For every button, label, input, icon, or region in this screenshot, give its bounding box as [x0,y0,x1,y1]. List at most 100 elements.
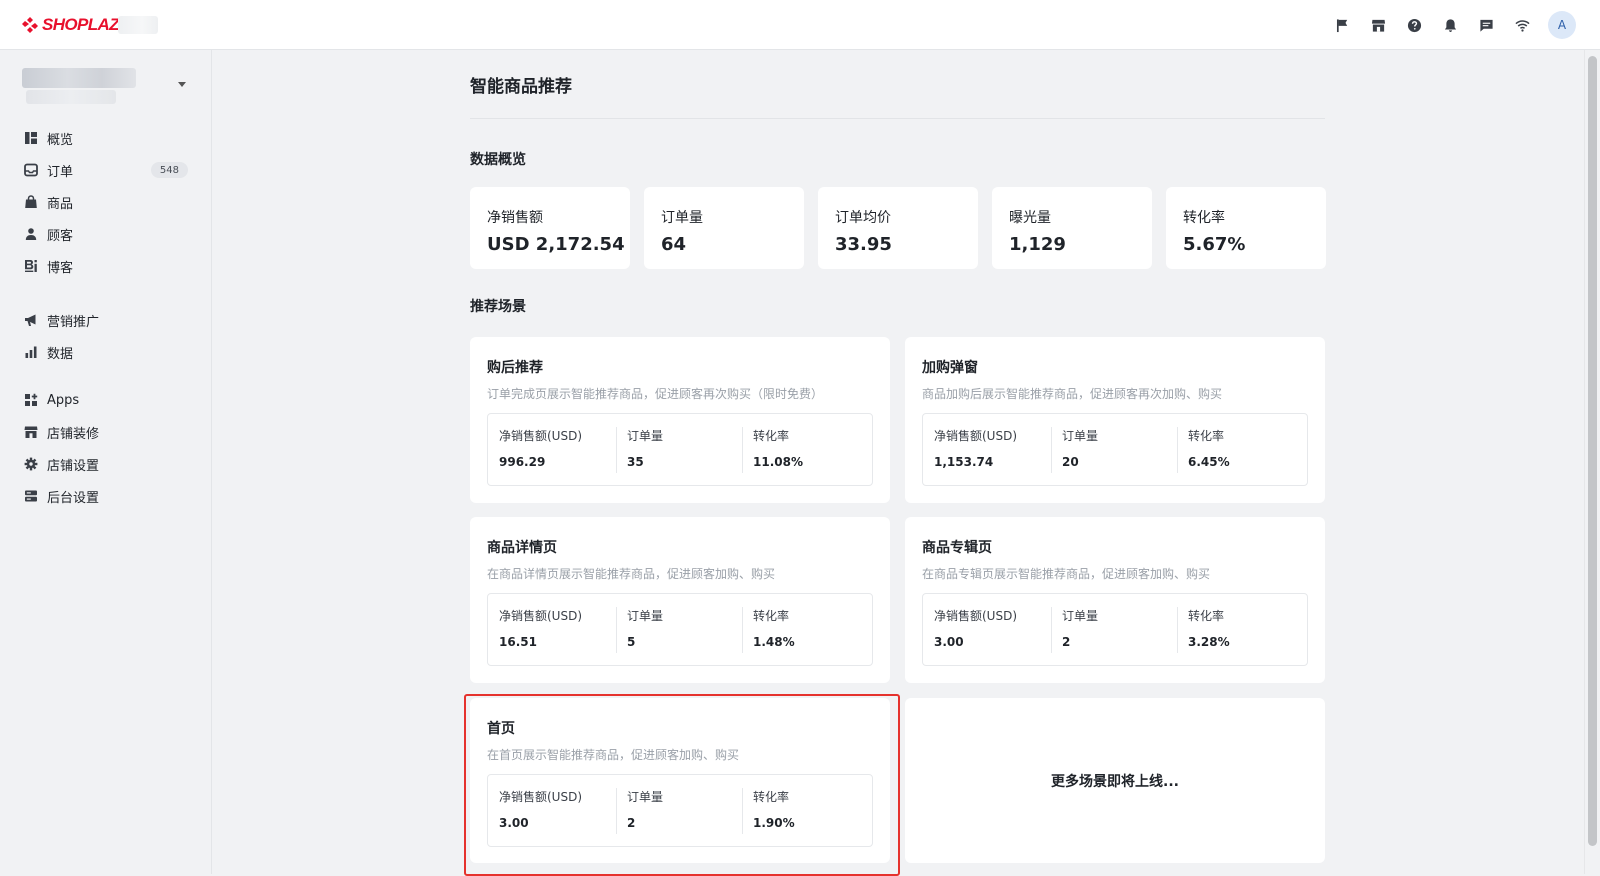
stat-label: 订单量 [627,608,664,623]
store-switcher-name-blurred [22,68,136,88]
metric-value: 1,129 [1009,234,1066,255]
storefront-icon [24,425,38,439]
scene-description: 在商品专辑页展示智能推荐商品，促进顾客加购、购买 [922,567,1211,581]
stat-label: 净销售额(USD) [499,608,583,623]
megaphone-icon [24,313,38,327]
sidebar-item-marketing[interactable]: 营销推广 [0,304,212,336]
stat-orders: 订单量 20 [1051,425,1177,475]
sidebar-item-label: 博客 [47,260,74,276]
stat-value: 5 [627,634,636,649]
sidebar-item-label: Apps [47,392,80,408]
sidebar-item-theme[interactable]: 店铺装修 [0,416,212,448]
stat-value: 11.08% [753,454,803,469]
sidebar-item-label: 店铺设置 [47,458,100,474]
sidebar-item-label: 商品 [47,196,74,212]
stat-net-sales: 净销售额(USD) 3.00 [923,605,1051,655]
metric-label: 转化率 [1183,210,1225,226]
help-icon[interactable] [1396,10,1432,40]
page-title: 智能商品推荐 [470,77,572,97]
store-icon[interactable] [1360,10,1396,40]
stat-label: 转化率 [1188,608,1225,623]
stat-label: 净销售额(USD) [499,789,583,804]
sidebar-item-apps[interactable]: Apps [0,384,212,416]
stat-label: 转化率 [753,789,790,804]
scene-title: 商品专辑页 [922,540,992,556]
sidebar-item-blog[interactable]: 博客 [0,250,212,282]
metric-value: 64 [661,234,687,255]
sidebar-item-admin-settings[interactable]: 后台设置 [0,480,212,512]
sidebar-item-overview[interactable]: 概览 [0,122,212,154]
chat-icon[interactable] [1468,10,1504,40]
sidebar-nav-group-growth: 营销推广 数据 [0,304,212,368]
stat-conversion-rate: 转化率 3.28% [1177,605,1303,655]
stat-value: 35 [627,454,644,469]
metric-value: 33.95 [835,234,892,255]
sidebar-item-label: 订单 [47,164,74,180]
scene-card-add-to-cart-popup[interactable]: 加购弹窗 商品加购后展示智能推荐商品，促进顾客再次加购、购买 净销售额(USD)… [905,337,1325,503]
stat-net-sales: 净销售额(USD) 996.29 [488,425,616,475]
bell-icon[interactable] [1432,10,1468,40]
sidebar-item-customers[interactable]: 顾客 [0,218,212,250]
overview-section-title: 数据概览 [470,152,526,168]
metric-value: USD 2,172.54 [487,234,625,255]
sidebar-nav-group-main: 概览 订单 548 商品 顾客 博客 [0,122,212,282]
scene-description: 在首页展示智能推荐商品，促进顾客加购、购买 [487,748,740,762]
sidebar-item-orders[interactable]: 订单 548 [0,154,212,186]
bar-chart-icon [24,345,38,359]
scene-stats: 净销售额(USD) 3.00 订单量 2 转化率 1.90% [487,774,873,847]
wifi-icon[interactable] [1504,10,1540,40]
scene-card-post-purchase[interactable]: 购后推荐 订单完成页展示智能推荐商品，促进顾客再次购买（限时免费） 净销售额(U… [470,337,890,503]
metric-card-impressions: 曝光量 1,129 [992,187,1152,269]
apps-icon [24,393,38,407]
scene-title: 加购弹窗 [922,360,978,376]
stat-orders: 订单量 5 [616,605,742,655]
scene-card-product-detail[interactable]: 商品详情页 在商品详情页展示智能推荐商品，促进顾客加购、购买 净销售额(USD)… [470,517,890,683]
scene-stats: 净销售额(USD) 1,153.74 订单量 20 转化率 6.45% [922,413,1308,486]
user-avatar[interactable]: A [1548,11,1576,39]
server-icon [24,489,38,503]
scenes-section-title: 推荐场景 [470,299,526,315]
stat-value: 2 [627,815,636,830]
sidebar-item-label: 后台设置 [47,490,100,506]
store-name-blurred [118,16,158,34]
sidebar-item-label: 营销推广 [47,314,100,330]
stat-conversion-rate: 转化率 1.48% [742,605,868,655]
sidebar-item-store-settings[interactable]: 店铺设置 [0,448,212,480]
stat-net-sales: 净销售额(USD) 1,153.74 [923,425,1051,475]
gear-icon [24,457,38,471]
scene-card-collection-page[interactable]: 商品专辑页 在商品专辑页展示智能推荐商品，促进顾客加购、购买 净销售额(USD)… [905,517,1325,683]
metric-card-orders: 订单量 64 [644,187,804,269]
stat-label: 订单量 [1062,428,1099,443]
stat-conversion-rate: 转化率 11.08% [742,425,868,475]
stat-label: 净销售额(USD) [499,428,583,443]
stat-value: 6.45% [1188,454,1230,469]
stat-value: 1.90% [753,815,795,830]
stat-value: 2 [1062,634,1071,649]
scrollbar-thumb[interactable] [1588,56,1597,846]
store-switcher[interactable] [22,68,192,108]
metric-label: 订单量 [661,210,703,226]
scene-title: 首页 [487,721,515,737]
stat-label: 净销售额(USD) [934,428,1018,443]
sidebar-item-products[interactable]: 商品 [0,186,212,218]
stat-label: 订单量 [627,789,664,804]
metric-label: 净销售额 [487,210,543,226]
sidebar-item-label: 概览 [47,132,74,148]
stat-value: 1,153.74 [934,454,994,469]
stat-net-sales: 净销售额(USD) 16.51 [488,605,616,655]
store-switcher-subtitle-blurred [26,90,116,104]
flag-icon[interactable] [1324,10,1360,40]
stat-conversion-rate: 转化率 1.90% [742,786,868,836]
scene-card-homepage[interactable]: 首页 在首页展示智能推荐商品，促进顾客加购、购买 净销售额(USD) 3.00 … [470,698,890,863]
stat-value: 1.48% [753,634,795,649]
header-actions: A [1324,10,1576,40]
stat-label: 净销售额(USD) [934,608,1018,623]
scene-description: 订单完成页展示智能推荐商品，促进顾客再次购买（限时免费） [487,387,824,401]
stat-orders: 订单量 2 [1051,605,1177,655]
metric-card-avg-order-value: 订单均价 33.95 [818,187,978,269]
stat-net-sales: 净销售额(USD) 3.00 [488,786,616,836]
stat-label: 订单量 [1062,608,1099,623]
sidebar-item-analytics[interactable]: 数据 [0,336,212,368]
scene-title: 商品详情页 [487,540,557,556]
stat-value: 3.00 [499,815,529,830]
